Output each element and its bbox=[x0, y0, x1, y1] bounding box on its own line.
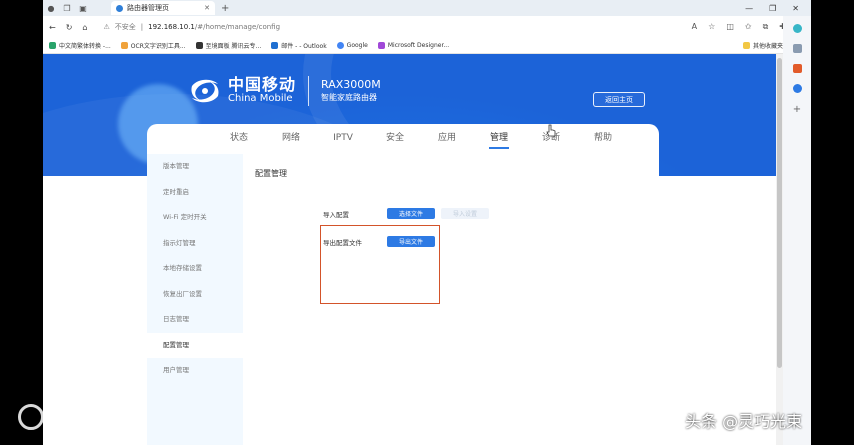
tab-actions-icon[interactable]: ▣ bbox=[75, 4, 91, 13]
tab-iptv[interactable]: IPTV bbox=[317, 124, 369, 152]
router-model: RAX3000M bbox=[321, 78, 381, 91]
brand-logo: 中国移动 China Mobile RAX3000M 智能家庭路由器 bbox=[188, 76, 381, 106]
page-title: 配置管理 bbox=[255, 169, 287, 178]
minimize-icon[interactable]: — bbox=[745, 4, 753, 13]
highlight-box bbox=[320, 225, 440, 304]
google-icon bbox=[336, 42, 344, 49]
bookmark-icon bbox=[271, 42, 279, 49]
restore-icon[interactable]: ❐ bbox=[769, 4, 776, 13]
xigua-watermark: 西瓜视频 bbox=[18, 404, 122, 430]
separator: | bbox=[140, 23, 144, 31]
collections-icon[interactable]: ⧉ bbox=[763, 22, 769, 32]
import-settings-button[interactable]: 导入设置 bbox=[441, 208, 489, 219]
tab-title: 路由器管理页 bbox=[127, 4, 169, 12]
sidebar-item-users[interactable]: 用户管理 bbox=[147, 358, 243, 384]
search-icon[interactable] bbox=[792, 44, 802, 53]
sidebar-item-factory-reset[interactable]: 恢复出厂设置 bbox=[147, 282, 243, 308]
tab-security[interactable]: 安全 bbox=[369, 124, 421, 152]
favorites-icon[interactable]: ✩ bbox=[745, 22, 752, 32]
back-icon[interactable]: ← bbox=[49, 23, 56, 32]
tab-favicon bbox=[116, 4, 123, 12]
address-bar: ← ↻ ⌂ ⚠ 不安全 | 192.168.10.1/#/home/manage… bbox=[43, 16, 811, 38]
tab-router-admin[interactable]: 路由器管理页 ✕ bbox=[111, 1, 215, 15]
app-icon[interactable] bbox=[792, 84, 802, 93]
browser-sidebar: + bbox=[783, 16, 811, 445]
tab-status[interactable]: 状态 bbox=[213, 124, 265, 152]
bookmark-item[interactable]: Google bbox=[336, 42, 368, 49]
shopping-icon[interactable] bbox=[792, 64, 802, 73]
read-aloud-icon[interactable]: A bbox=[692, 22, 697, 32]
workspaces-icon[interactable]: ❐ bbox=[59, 4, 75, 13]
return-home-button[interactable]: 返回主页 bbox=[593, 92, 645, 107]
home-icon[interactable]: ⌂ bbox=[82, 23, 87, 32]
bookmark-icon bbox=[120, 42, 128, 49]
favorite-star-icon[interactable]: ☆ bbox=[708, 22, 715, 32]
sidebar: 版本管理 定时重启 Wi-Fi 定时开关 指示灯管理 本地存储设置 恢复出厂设置… bbox=[147, 154, 243, 445]
router-description: 智能家庭路由器 bbox=[321, 93, 378, 102]
page-content: 中国移动 China Mobile RAX3000M 智能家庭路由器 返回主页 … bbox=[43, 54, 783, 445]
tab-help[interactable]: 帮助 bbox=[577, 124, 629, 152]
window-close-icon[interactable]: ✕ bbox=[792, 4, 799, 13]
sidebar-item-led[interactable]: 指示灯管理 bbox=[147, 231, 243, 257]
tab-apps[interactable]: 应用 bbox=[421, 124, 473, 152]
import-label: 导入配置 bbox=[323, 210, 349, 219]
security-label: 不安全 bbox=[114, 23, 136, 31]
add-icon[interactable]: + bbox=[793, 104, 801, 115]
bookmark-icon bbox=[377, 42, 385, 49]
new-tab-icon[interactable]: + bbox=[221, 3, 229, 14]
choose-file-button[interactable]: 选择文件 bbox=[387, 208, 435, 219]
browser-window: ● ❐ ▣ 路由器管理页 ✕ + — ❐ ✕ ← ↻ ⌂ ⚠ 不安全 | 192… bbox=[43, 0, 811, 445]
bookmark-icon bbox=[195, 42, 203, 49]
xigua-logo-icon bbox=[18, 404, 44, 430]
window-controls: — ❐ ✕ bbox=[745, 4, 811, 13]
import-row: 导入配置 选择文件 导入设置 bbox=[323, 208, 489, 219]
toutiao-watermark: 头条 @灵巧光束 bbox=[685, 412, 803, 431]
brand-name-en: China Mobile bbox=[228, 93, 293, 104]
bookmark-icon bbox=[49, 42, 56, 49]
brand-name-cn: 中国移动 bbox=[228, 75, 297, 94]
folder-icon bbox=[742, 42, 750, 49]
sidebar-item-reboot[interactable]: 定时重启 bbox=[147, 180, 243, 206]
page-scrollbar[interactable] bbox=[776, 54, 783, 445]
profile-icon[interactable]: ● bbox=[43, 4, 59, 13]
sidebar-item-config[interactable]: 配置管理 bbox=[147, 332, 243, 358]
sidebar-item-storage[interactable]: 本地存储设置 bbox=[147, 256, 243, 282]
url-input[interactable]: ⚠ 不安全 | 192.168.10.1/#/home/manage/confi… bbox=[97, 19, 617, 35]
reload-icon[interactable]: ↻ bbox=[66, 23, 73, 32]
copilot-icon[interactable] bbox=[792, 24, 802, 33]
bookmark-item[interactable]: 中文简繁体转换 -... bbox=[49, 41, 111, 50]
tab-manage[interactable]: 管理 bbox=[473, 124, 525, 152]
bookmark-item[interactable]: 邮件 - - Outlook bbox=[271, 41, 327, 50]
warning-icon: ⚠ bbox=[103, 23, 110, 31]
sidebar-item-version[interactable]: 版本管理 bbox=[147, 154, 243, 180]
bookmarks-bar: 中文简繁体转换 -... OCR文字识别工具... 至境面板 腾讯云专... 邮… bbox=[43, 38, 811, 54]
mouse-cursor-icon bbox=[546, 124, 556, 137]
main-card: 状态 网络 IPTV 安全 应用 管理 诊断 帮助 版本管理 定时重启 Wi-F… bbox=[147, 124, 659, 445]
top-nav: 状态 网络 IPTV 安全 应用 管理 诊断 帮助 bbox=[147, 124, 659, 152]
sidebar-item-wifi-schedule[interactable]: Wi-Fi 定时开关 bbox=[147, 205, 243, 231]
china-mobile-logo-icon bbox=[191, 79, 219, 103]
divider bbox=[308, 76, 310, 106]
close-icon[interactable]: ✕ bbox=[204, 4, 210, 12]
sidebar-item-logs[interactable]: 日志管理 bbox=[147, 307, 243, 333]
tab-network[interactable]: 网络 bbox=[265, 124, 317, 152]
bookmark-item[interactable]: 至境面板 腾讯云专... bbox=[195, 41, 261, 50]
bookmark-item[interactable]: OCR文字识别工具... bbox=[120, 41, 186, 50]
tab-strip: ● ❐ ▣ 路由器管理页 ✕ + — ❐ ✕ bbox=[43, 0, 811, 16]
bookmark-item[interactable]: Microsoft Designer... bbox=[377, 42, 449, 49]
url-path: /#/home/manage/config bbox=[194, 23, 281, 31]
split-screen-icon[interactable]: ◫ bbox=[726, 22, 734, 32]
url-host: 192.168.10.1 bbox=[148, 23, 195, 31]
